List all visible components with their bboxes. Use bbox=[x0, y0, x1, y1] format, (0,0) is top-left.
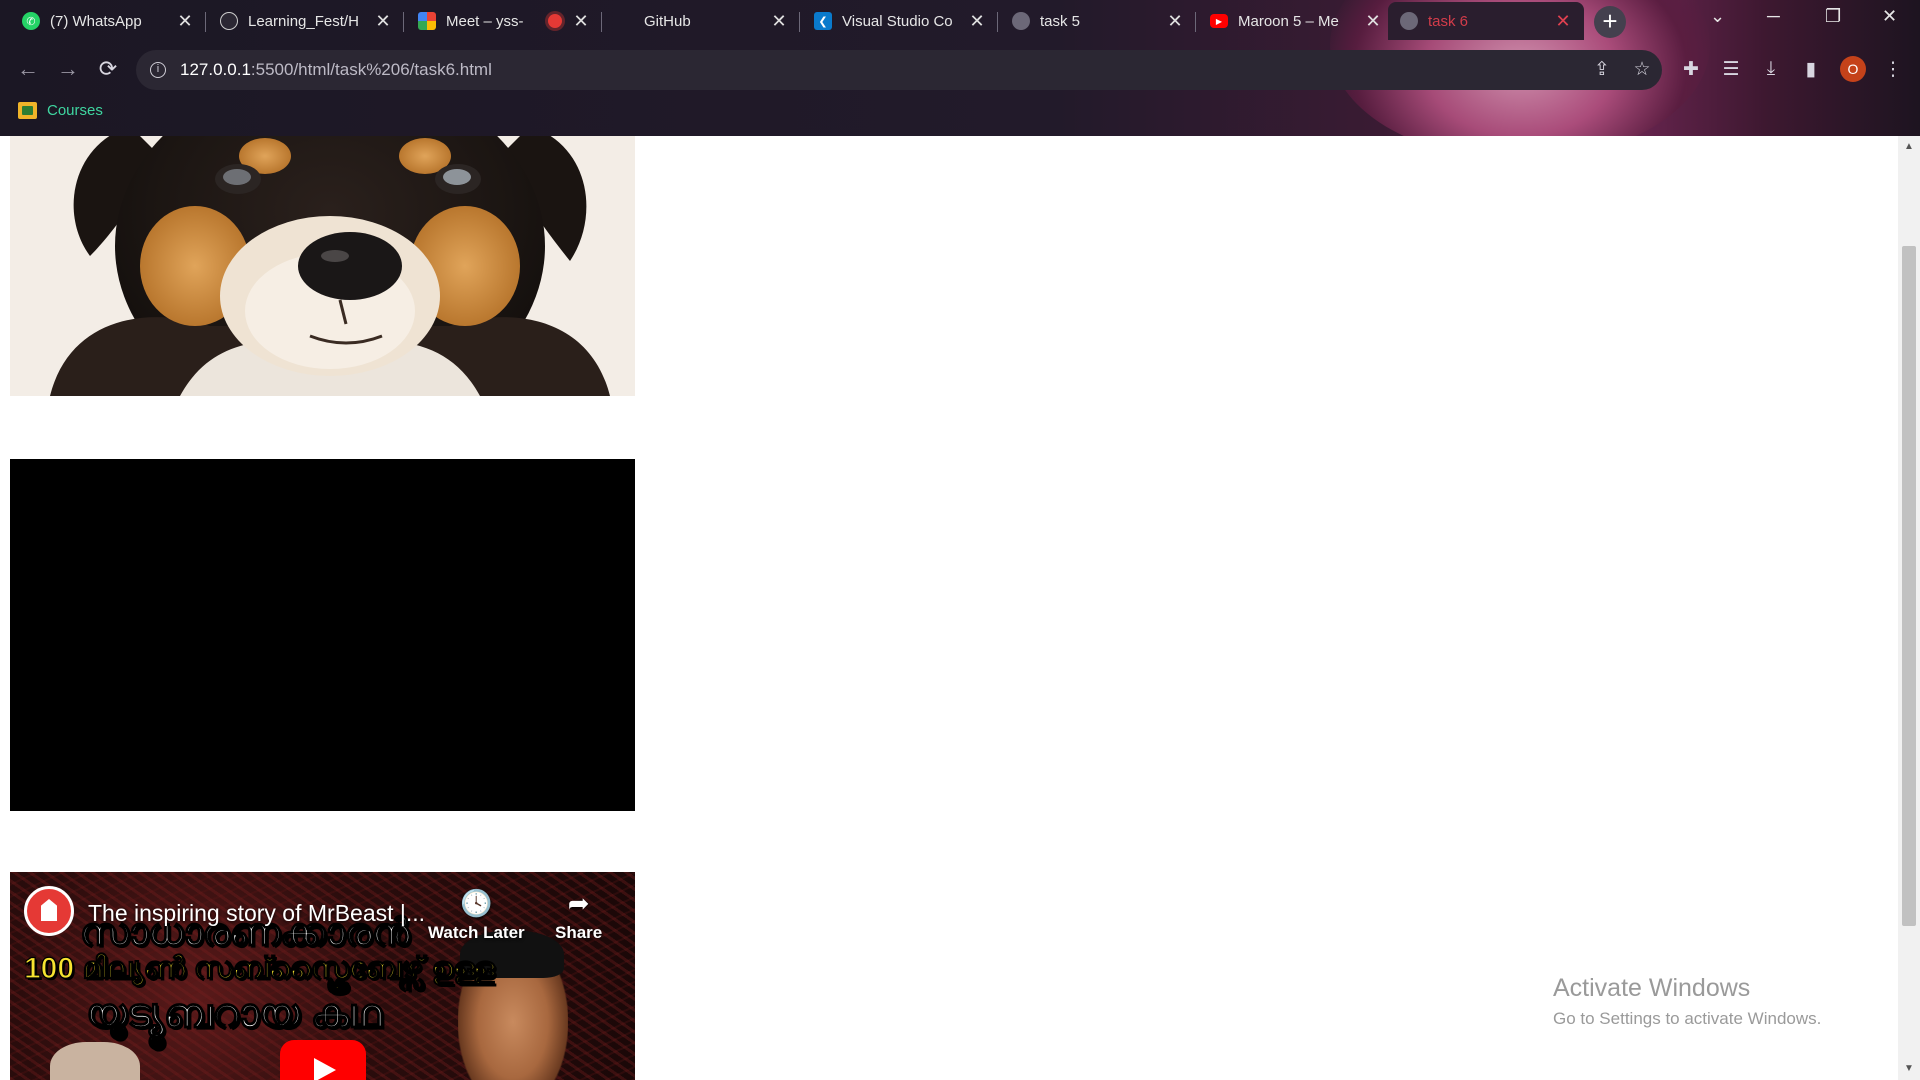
watch-later-button[interactable]: 🕓 Watch Later bbox=[428, 888, 525, 943]
channel-logo-icon[interactable] bbox=[24, 886, 74, 936]
browser-toolbar: ← → ⟳ i 127.0.0.1 :5500/html/task%206/ta… bbox=[0, 46, 1920, 94]
close-window-button[interactable]: ✕ bbox=[1882, 6, 1897, 27]
tab-separator bbox=[997, 12, 998, 32]
puppy-image bbox=[10, 136, 635, 396]
tab-visual-studio-code[interactable]: ❮ Visual Studio Co ✕ bbox=[802, 2, 998, 40]
download-icon[interactable]: ⤓ bbox=[1758, 58, 1784, 80]
bookmark-label: Courses bbox=[47, 102, 103, 119]
tab-separator bbox=[1195, 12, 1196, 32]
recording-indicator-icon bbox=[548, 14, 562, 28]
tab-learning-fest[interactable]: Learning_Fest/H ✕ bbox=[208, 2, 404, 40]
url-path: :5500/html/task%206/task6.html bbox=[250, 60, 492, 79]
watermark-title: Activate Windows bbox=[1553, 974, 1751, 1002]
scroll-up-arrow-icon[interactable]: ▲ bbox=[1898, 136, 1920, 158]
tab-title: task 6 bbox=[1428, 12, 1469, 30]
new-tab-button[interactable]: + bbox=[1594, 6, 1626, 38]
close-tab-icon[interactable]: ✕ bbox=[968, 11, 986, 32]
tab-title: task 5 bbox=[1040, 12, 1081, 30]
video-title[interactable]: The inspiring story of MrBeast |... bbox=[88, 900, 425, 927]
globe-icon bbox=[1012, 12, 1030, 30]
browser-chrome: ✆ (7) WhatsApp ✕ Learning_Fest/H ✕ Meet … bbox=[0, 0, 1920, 136]
tab-github[interactable]: GitHub ✕ bbox=[604, 2, 800, 40]
share-icon[interactable]: ⇪ bbox=[1589, 58, 1615, 81]
close-tab-icon[interactable]: ✕ bbox=[770, 11, 788, 32]
tab-task-6[interactable]: task 6 ✕ bbox=[1388, 2, 1584, 40]
scrollbar-thumb[interactable] bbox=[1902, 246, 1916, 926]
tab-whatsapp[interactable]: ✆ (7) WhatsApp ✕ bbox=[10, 2, 206, 40]
close-tab-icon[interactable]: ✕ bbox=[176, 11, 194, 32]
tab-title: GitHub bbox=[644, 12, 691, 30]
tab-title: Learning_Fest/H bbox=[248, 12, 359, 30]
reload-button[interactable]: ⟳ bbox=[94, 56, 122, 82]
bookmarks-bar: Courses bbox=[0, 100, 1920, 126]
url-host: 127.0.0.1 bbox=[180, 60, 251, 79]
tab-title: Maroon 5 – Me bbox=[1238, 12, 1339, 30]
activate-windows-watermark: Activate Windows Go to Settings to activ… bbox=[1553, 974, 1821, 1029]
thumbnail-person bbox=[50, 1042, 140, 1080]
bookmark-star-icon[interactable]: ☆ bbox=[1629, 58, 1655, 81]
github-icon bbox=[616, 12, 634, 30]
tab-separator bbox=[799, 12, 800, 32]
forward-button[interactable]: → bbox=[54, 56, 82, 82]
thumbnail-text-line3: യൂട്യൂബറായ കഥ bbox=[85, 991, 382, 1037]
share-button[interactable]: ➦ Share bbox=[555, 888, 602, 943]
play-button[interactable] bbox=[280, 1040, 366, 1080]
clock-icon: 🕓 bbox=[460, 888, 493, 918]
tab-separator bbox=[403, 12, 404, 32]
vscode-icon: ❮ bbox=[814, 12, 832, 30]
tab-google-meet[interactable]: Meet – yss- ✕ bbox=[406, 2, 602, 40]
share-arrow-icon: ➦ bbox=[567, 888, 590, 918]
restore-button[interactable]: ❐ bbox=[1825, 6, 1841, 27]
tab-separator bbox=[205, 12, 206, 32]
thumbnail-text-line2: 100 മില്യൺ സബ്സ്ക്രൈബേഴ്സ് ഉള്ള bbox=[23, 951, 495, 985]
profile-avatar[interactable]: O bbox=[1840, 56, 1866, 82]
tab-task-5[interactable]: task 5 ✕ bbox=[1000, 2, 1196, 40]
puppy-illustration bbox=[10, 136, 635, 396]
tab-separator bbox=[601, 12, 602, 32]
reading-list-icon[interactable]: ☰ bbox=[1718, 58, 1744, 81]
minimize-button[interactable]: ─ bbox=[1767, 6, 1780, 27]
close-tab-icon[interactable]: ✕ bbox=[572, 11, 590, 32]
bookmark-courses[interactable]: Courses bbox=[18, 102, 103, 119]
tab-strip: ✆ (7) WhatsApp ✕ Learning_Fest/H ✕ Meet … bbox=[0, 0, 1920, 42]
video-player[interactable] bbox=[10, 459, 635, 811]
close-tab-icon[interactable]: ✕ bbox=[1166, 11, 1184, 32]
page-viewport: സാധാരണക്കാരൻ 100 മില്യൺ സബ്സ്ക്രൈബേഴ്സ് … bbox=[0, 136, 1898, 1080]
close-tab-icon[interactable]: ✕ bbox=[1554, 11, 1572, 32]
close-tab-icon[interactable]: ✕ bbox=[1364, 11, 1382, 32]
tab-title: Visual Studio Co bbox=[842, 12, 953, 30]
watermark-subtitle: Go to Settings to activate Windows. bbox=[1553, 1009, 1822, 1028]
vertical-scrollbar[interactable]: ▲ ▼ bbox=[1898, 136, 1920, 1080]
back-button[interactable]: ← bbox=[14, 56, 42, 82]
menu-icon[interactable]: ⋮ bbox=[1880, 58, 1906, 81]
watch-later-label: Watch Later bbox=[428, 923, 525, 942]
site-info-icon[interactable]: i bbox=[150, 62, 166, 78]
whatsapp-icon: ✆ bbox=[22, 12, 40, 30]
close-tab-icon[interactable]: ✕ bbox=[374, 11, 392, 32]
side-panel-icon[interactable]: ▮ bbox=[1798, 58, 1824, 81]
google-meet-icon bbox=[418, 12, 436, 30]
google-classroom-icon bbox=[18, 102, 37, 119]
address-bar[interactable]: i 127.0.0.1 :5500/html/task%206/task6.ht… bbox=[136, 50, 1662, 90]
globe-icon bbox=[1400, 12, 1418, 30]
youtube-icon: ▶ bbox=[1210, 14, 1228, 28]
share-label: Share bbox=[555, 923, 603, 942]
tab-title: (7) WhatsApp bbox=[50, 12, 142, 30]
tab-title: Meet – yss- bbox=[446, 12, 524, 30]
youtube-embed[interactable]: സാധാരണക്കാരൻ 100 മില്യൺ സബ്സ്ക്രൈബേഴ്സ് … bbox=[10, 872, 635, 1080]
scroll-down-arrow-icon[interactable]: ▼ bbox=[1898, 1058, 1920, 1080]
github-icon bbox=[220, 12, 238, 30]
tab-search-icon[interactable]: ⌄ bbox=[1710, 6, 1725, 27]
extensions-icon[interactable]: ✚ bbox=[1678, 58, 1704, 81]
tab-maroon-5[interactable]: ▶ Maroon 5 – Me ✕ bbox=[1198, 2, 1394, 40]
